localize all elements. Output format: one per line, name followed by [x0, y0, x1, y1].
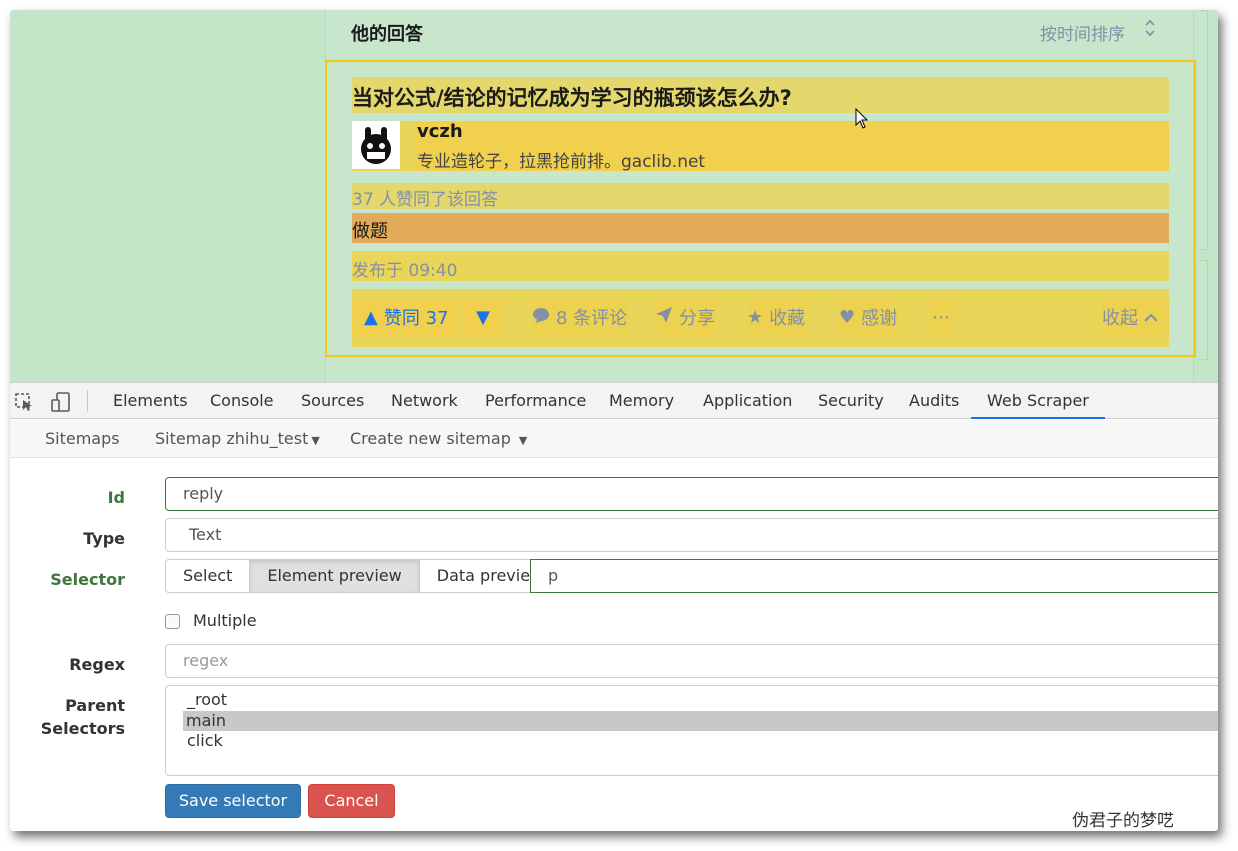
more-options-button[interactable]: ⋯ — [930, 299, 952, 335]
inspect-element-icon[interactable] — [14, 391, 36, 413]
cancel-button[interactable]: Cancel — [308, 784, 395, 818]
create-sitemap-dropdown[interactable]: Create new sitemap ▼ — [350, 429, 527, 448]
scraper-subnav: Sitemaps Sitemap zhihu_test ▼ Create new … — [10, 420, 1218, 458]
author-bio: 专业造轮子，拉黑抢前排。gaclib.net — [417, 152, 706, 172]
triangle-down-icon: ▼ — [476, 306, 490, 328]
id-label: Id — [107, 488, 125, 507]
sitemaps-link[interactable]: Sitemaps — [45, 429, 120, 448]
right-sidebar-edge — [1198, 10, 1218, 382]
select-button[interactable]: Select — [165, 559, 251, 593]
regex-label: Regex — [69, 655, 125, 674]
ellipsis-icon: ⋯ — [932, 306, 950, 328]
section-title: 他的回答 — [351, 24, 423, 45]
type-label: Type — [83, 529, 125, 548]
avatar[interactable] — [352, 121, 400, 169]
heart-icon: ♥ — [839, 306, 856, 328]
parent-selectors-list[interactable]: _root main click — [165, 685, 1218, 776]
current-sitemap-dropdown[interactable]: Sitemap zhihu_test ▼ — [155, 429, 320, 448]
multiple-checkbox[interactable] — [165, 614, 180, 629]
sort-by-time-link[interactable]: 按时间排序 — [1040, 20, 1125, 45]
publish-time: 发布于 09:40 — [352, 251, 1169, 281]
element-preview-button[interactable]: Element preview — [249, 559, 420, 593]
multiple-label[interactable]: Multiple — [193, 611, 257, 630]
downvote-button[interactable]: ▼ — [463, 299, 503, 335]
devtools-tabbar: Elements Console Sources Network Perform… — [10, 383, 1218, 419]
tab-application[interactable]: Application — [703, 383, 792, 419]
tab-web-scraper[interactable]: Web Scraper — [971, 383, 1105, 419]
answer-action-bar: ▲ 赞同 37 ▼ 8 条评论 分享 ★ 收藏 ♥ 感谢 ⋯ 收起 — [352, 289, 1169, 347]
triangle-up-icon: ▲ — [364, 306, 378, 328]
watermark: 伪君子的梦呓 — [1072, 811, 1174, 831]
question-title-highlight[interactable]: 当对公式/结论的记忆成为学习的瓶颈该怎么办? — [352, 77, 1169, 113]
selector-input[interactable]: p — [530, 559, 1218, 593]
tab-network[interactable]: Network — [391, 383, 458, 419]
tab-memory[interactable]: Memory — [609, 383, 674, 419]
tab-performance[interactable]: Performance — [485, 383, 586, 419]
share-button[interactable]: 分享 — [655, 299, 715, 335]
parent-selectors-label-line1: Parent — [65, 696, 125, 715]
parent-option-root[interactable]: _root — [184, 690, 1218, 710]
parent-option-main[interactable]: main — [183, 711, 1218, 731]
thanks-button[interactable]: ♥ 感谢 — [839, 299, 898, 335]
parent-selectors-label-line2: Selectors — [40, 719, 125, 738]
web-page: 他的回答 按时间排序 当对公式/结论的记忆成为学习的瓶颈该怎么办? vczh 专… — [10, 10, 1218, 382]
comment-bubble-icon — [532, 306, 550, 329]
screenshot-frame: 他的回答 按时间排序 当对公式/结论的记忆成为学习的瓶颈该怎么办? vczh 专… — [10, 10, 1218, 831]
tab-elements[interactable]: Elements — [113, 383, 188, 419]
sort-toggle-icon[interactable] — [1144, 18, 1156, 42]
answer-content: 做题 — [352, 213, 1169, 243]
chevron-up-icon — [1144, 307, 1158, 328]
regex-input[interactable]: regex — [165, 644, 1218, 678]
caret-down-icon: ▼ — [311, 434, 320, 447]
device-toolbar-icon[interactable] — [50, 391, 72, 413]
caret-down-icon: ▼ — [518, 434, 528, 447]
save-selector-button[interactable]: Save selector — [165, 784, 301, 818]
comments-button[interactable]: 8 条评论 — [532, 299, 628, 335]
selector-label: Selector — [50, 570, 125, 589]
tab-audits[interactable]: Audits — [909, 383, 959, 419]
selector-button-group: Select Element preview Data preview — [165, 559, 562, 593]
author-info: vczh 专业造轮子，拉黑抢前排。gaclib.net — [352, 121, 1169, 172]
parent-option-click[interactable]: click — [184, 731, 1218, 751]
paper-plane-icon — [655, 306, 673, 329]
upvote-button[interactable]: ▲ 赞同 37 — [352, 299, 457, 335]
id-input[interactable]: reply — [165, 477, 1218, 511]
type-select[interactable]: Text — [165, 518, 1218, 552]
tab-console[interactable]: Console — [210, 383, 274, 419]
author-name[interactable]: vczh — [417, 121, 463, 142]
devtools-panel: Elements Console Sources Network Perform… — [10, 382, 1218, 831]
favorite-button[interactable]: ★ 收藏 — [747, 299, 806, 335]
star-icon: ★ — [747, 306, 764, 328]
mouse-cursor-icon — [855, 107, 869, 134]
question-title[interactable]: 当对公式/结论的记忆成为学习的瓶颈该怎么办? — [352, 82, 792, 112]
collapse-button[interactable]: 收起 — [1102, 299, 1169, 335]
tab-sources[interactable]: Sources — [301, 383, 364, 419]
vote-summary: 37 人赞同了该回答 — [352, 183, 1169, 210]
tab-security[interactable]: Security — [818, 383, 884, 419]
